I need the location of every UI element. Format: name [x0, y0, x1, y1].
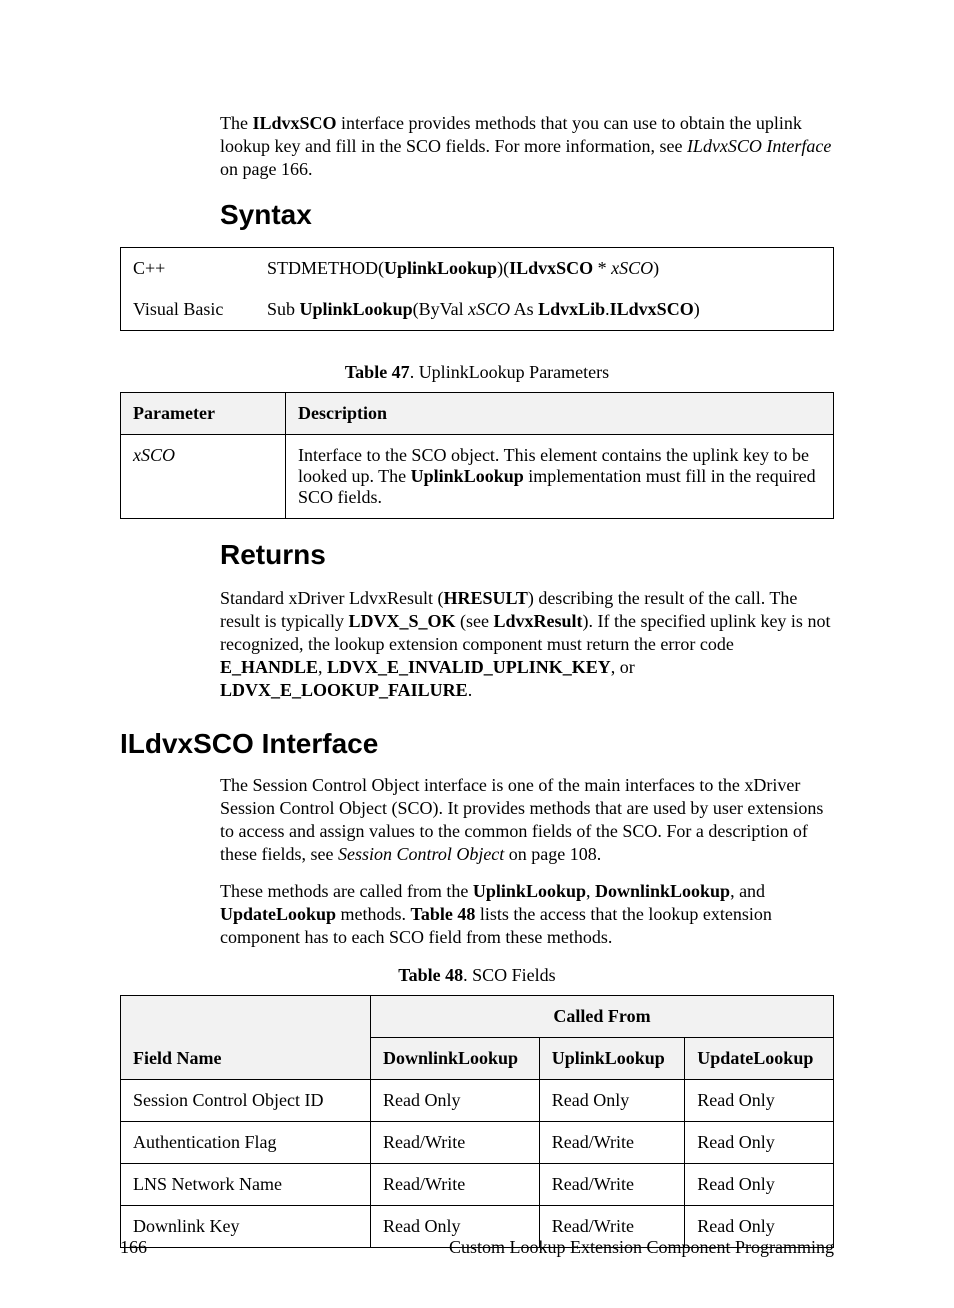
text-bold: UplinkLookup [300, 299, 413, 319]
table-cell: Read Only [371, 1079, 540, 1121]
text-bold: UplinkLookup [411, 466, 524, 486]
syntax-code-vb: Sub UplinkLookup(ByVal xSCO As LdvxLib.I… [255, 289, 834, 331]
syntax-code-cpp: STDMETHOD(UplinkLookup)(ILdvxSCO * xSCO) [255, 248, 834, 290]
text-bold: LdvxResult [493, 611, 582, 631]
text-bold: UplinkLookup [384, 258, 497, 278]
text: Standard xDriver LdvxResult ( [220, 588, 443, 608]
table-cell: Read Only [685, 1079, 834, 1121]
text-bold: ILdvxSCO [252, 113, 336, 133]
text: Sub [267, 299, 300, 319]
caption-bold: Table 47 [345, 362, 410, 382]
iface-paragraph-2: These methods are called from the Uplink… [220, 880, 834, 949]
table48: Field Name Called From DownlinkLookup Up… [120, 995, 834, 1248]
table-cell: Read/Write [371, 1163, 540, 1205]
caption-bold: Table 48 [398, 965, 463, 985]
text-bold: LDVX_E_LOOKUP_FAILURE [220, 680, 468, 700]
table-cell: Read Only [539, 1079, 685, 1121]
table-cell: Read Only [685, 1163, 834, 1205]
text-bold: LDVX_E_INVALID_UPLINK_KEY [327, 657, 611, 677]
text: * [593, 258, 611, 278]
table48-h-uplink: UplinkLookup [539, 1037, 685, 1079]
text-bold: DownlinkLookup [595, 881, 730, 901]
table48-h-update: UpdateLookup [685, 1037, 834, 1079]
text-italic: xSCO [611, 258, 653, 278]
heading-returns: Returns [220, 539, 834, 571]
text-bold: UpdateLookup [220, 904, 336, 924]
text-italic: ILdvxSCO Interface [687, 136, 831, 156]
text: methods. [336, 904, 411, 924]
text: (ByVal [413, 299, 469, 319]
heading-ildvxsco-interface: ILdvxSCO Interface [120, 728, 834, 760]
text-bold: Table 48 [411, 904, 476, 924]
table-cell: LNS Network Name [121, 1163, 371, 1205]
table-cell: Read Only [685, 1121, 834, 1163]
table48-caption: Table 48. SCO Fields [120, 964, 834, 987]
text-bold: UplinkLookup [473, 881, 586, 901]
text: The [220, 113, 252, 133]
text: . [468, 680, 473, 700]
text-italic: Session Control Object [338, 844, 504, 864]
text: (see [456, 611, 494, 631]
table-cell: Read/Write [371, 1121, 540, 1163]
intro-paragraph: The ILdvxSCO interface provides methods … [220, 112, 834, 181]
text: , [586, 881, 595, 901]
iface-paragraph-1: The Session Control Object interface is … [220, 774, 834, 866]
table47-h-description: Description [286, 393, 834, 435]
text: )( [497, 258, 509, 278]
table47-desc: Interface to the SCO object. This elemen… [286, 435, 834, 519]
text: , [318, 657, 327, 677]
caption-rest: . SCO Fields [463, 965, 556, 985]
table-row: Session Control Object IDRead OnlyRead O… [121, 1079, 834, 1121]
table47-param: xSCO [121, 435, 286, 519]
text-italic: xSCO [468, 299, 510, 319]
text-bold: HRESULT [443, 588, 527, 608]
text: ) [694, 299, 700, 319]
text: on page 108. [504, 844, 601, 864]
table-cell: Authentication Flag [121, 1121, 371, 1163]
table48-h-calledfrom: Called From [371, 995, 834, 1037]
text-bold: E_HANDLE [220, 657, 318, 677]
table-cell: Read/Write [539, 1121, 685, 1163]
table47-caption: Table 47. UplinkLookup Parameters [120, 361, 834, 384]
returns-paragraph: Standard xDriver LdvxResult (HRESULT) de… [220, 587, 834, 702]
syntax-table: C++ STDMETHOD(UplinkLookup)(ILdvxSCO * x… [120, 247, 834, 331]
text: As [510, 299, 538, 319]
syntax-lang-cpp: C++ [121, 248, 256, 290]
table-cell: Session Control Object ID [121, 1079, 371, 1121]
footer-title: Custom Lookup Extension Component Progra… [449, 1237, 834, 1258]
syntax-lang-vb: Visual Basic [121, 289, 256, 331]
table-row: Authentication FlagRead/WriteRead/WriteR… [121, 1121, 834, 1163]
text: ) [653, 258, 659, 278]
text: STDMETHOD( [267, 258, 384, 278]
text-bold: ILdvxSCO [610, 299, 694, 319]
table48-h-downlink: DownlinkLookup [371, 1037, 540, 1079]
text: , or [611, 657, 635, 677]
text: on page 166. [220, 159, 312, 179]
page-footer: 166 Custom Lookup Extension Component Pr… [120, 1237, 834, 1258]
text: , and [730, 881, 765, 901]
text: These methods are called from the [220, 881, 473, 901]
text-bold: LdvxLib [538, 299, 605, 319]
heading-syntax: Syntax [220, 199, 834, 231]
table47: Parameter Description xSCO Interface to … [120, 392, 834, 519]
table-row: LNS Network NameRead/WriteRead/WriteRead… [121, 1163, 834, 1205]
caption-rest: . UplinkLookup Parameters [410, 362, 609, 382]
table48-h-fieldname: Field Name [121, 995, 371, 1079]
page-number: 166 [120, 1237, 147, 1258]
table-cell: Read/Write [539, 1163, 685, 1205]
text-bold: LDVX_S_OK [348, 611, 455, 631]
table47-h-parameter: Parameter [121, 393, 286, 435]
text-bold: ILdvxSCO [509, 258, 593, 278]
